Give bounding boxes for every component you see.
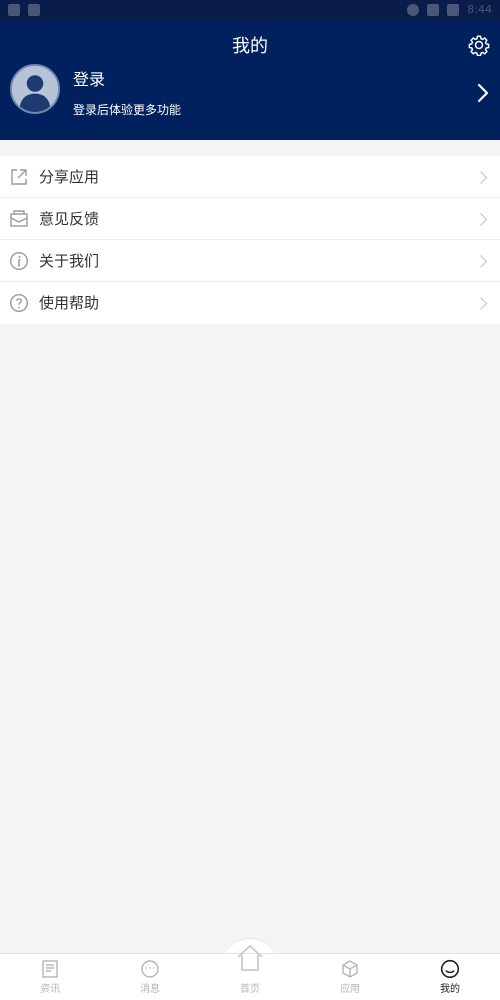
help-icon xyxy=(9,293,29,313)
tab-label: 应用 xyxy=(340,984,360,995)
tab-home[interactable]: 首页 xyxy=(200,944,300,1000)
tab-label: 我的 xyxy=(440,984,460,995)
chevron-right-icon xyxy=(480,213,488,226)
menu-item-share[interactable]: 分享应用 xyxy=(0,156,500,198)
home-icon xyxy=(237,944,263,971)
status-bar: 8:44 xyxy=(0,0,500,22)
page-title: 我的 xyxy=(232,36,268,57)
status-bar-right: 8:44 xyxy=(407,4,492,16)
gear-icon[interactable] xyxy=(468,34,490,56)
menu-item-label: 分享应用 xyxy=(39,168,100,186)
battery-icon xyxy=(447,4,460,16)
avatar[interactable] xyxy=(10,64,60,114)
settings-menu: 分享应用 意见反馈 关于我们 使用帮助 xyxy=(0,156,500,324)
signal-icon xyxy=(427,4,440,16)
status-time: 8:44 xyxy=(467,3,492,16)
share-icon xyxy=(11,169,27,185)
tab-label: 首页 xyxy=(240,984,260,995)
wifi-icon xyxy=(407,4,420,16)
menu-item-label: 关于我们 xyxy=(39,252,100,270)
app-notification-icon xyxy=(28,4,40,16)
user-avatar-icon xyxy=(12,66,58,112)
menu-item-help[interactable]: 使用帮助 xyxy=(0,282,500,324)
chevron-right-icon xyxy=(480,297,488,310)
menu-item-label: 使用帮助 xyxy=(39,294,100,312)
apps-icon xyxy=(342,960,358,978)
login-subtitle: 登录后体验更多功能 xyxy=(73,103,182,117)
chevron-right-icon xyxy=(480,255,488,268)
tab-apps[interactable]: 应用 xyxy=(300,954,400,1000)
notification-icon xyxy=(8,4,20,16)
tab-label: 资讯 xyxy=(40,984,60,995)
profile-header: 我的 登录 登录后体验更多功能 xyxy=(0,22,500,140)
tab-news[interactable]: 资讯 xyxy=(0,954,100,1000)
menu-item-feedback[interactable]: 意见反馈 xyxy=(0,198,500,240)
message-icon xyxy=(141,960,159,978)
chevron-right-icon xyxy=(480,171,488,184)
tab-label: 消息 xyxy=(140,984,160,995)
bottom-tab-bar: 资讯 消息 首页 应用 我的 xyxy=(0,944,500,1000)
login-title[interactable]: 登录 xyxy=(73,70,105,90)
feedback-icon xyxy=(10,210,28,227)
menu-item-about[interactable]: 关于我们 xyxy=(0,240,500,282)
info-icon xyxy=(9,251,29,271)
tab-messages[interactable]: 消息 xyxy=(100,954,200,1000)
profile-icon xyxy=(440,959,460,979)
news-icon xyxy=(42,960,58,978)
menu-item-label: 意见反馈 xyxy=(39,210,100,228)
status-bar-left xyxy=(8,4,40,16)
tab-profile[interactable]: 我的 xyxy=(400,954,500,1000)
chevron-right-icon[interactable] xyxy=(476,82,490,104)
